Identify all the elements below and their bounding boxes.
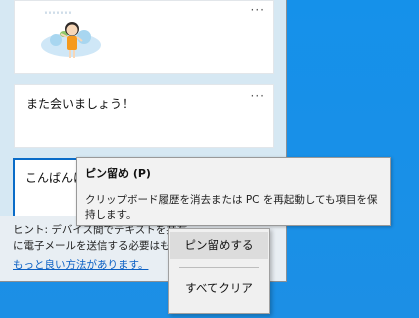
menu-separator	[179, 267, 259, 268]
item-more-options-icon[interactable]: ···	[251, 89, 265, 103]
clipboard-item-text[interactable]: また会いましょう！ ···	[14, 84, 274, 148]
item-more-options-icon[interactable]: ···	[251, 3, 265, 17]
tooltip-title: ピン留め (P)	[85, 167, 151, 180]
pin-tooltip: ピン留め (P) クリップボード履歴を消去または PC を再起動しても項目を保持…	[76, 157, 391, 226]
hint-text-line2: に電子メールを送信する必要はも	[13, 240, 171, 252]
pin-menu-item[interactable]: ピン留めする	[170, 232, 268, 259]
context-menu: ピン留めする すべてクリア	[168, 228, 270, 314]
girl-illustration-thumbnail: ｖｖｖｖｖｖｖ	[34, 7, 108, 65]
clipboard-item-text-content: また会いましょう！	[26, 97, 135, 111]
clipboard-item-image[interactable]: ｖｖｖｖｖｖｖ ···	[14, 0, 274, 74]
clear-all-menu-item[interactable]: すべてクリア	[170, 275, 268, 302]
tooltip-body: クリップボード履歴を消去または PC を再起動しても項目を保持します。	[85, 194, 378, 221]
svg-text:ｖｖｖｖｖｖｖ: ｖｖｖｖｖｖｖ	[44, 10, 72, 15]
hint-learn-more-link[interactable]: もっと良い方法があります。	[13, 257, 148, 272]
